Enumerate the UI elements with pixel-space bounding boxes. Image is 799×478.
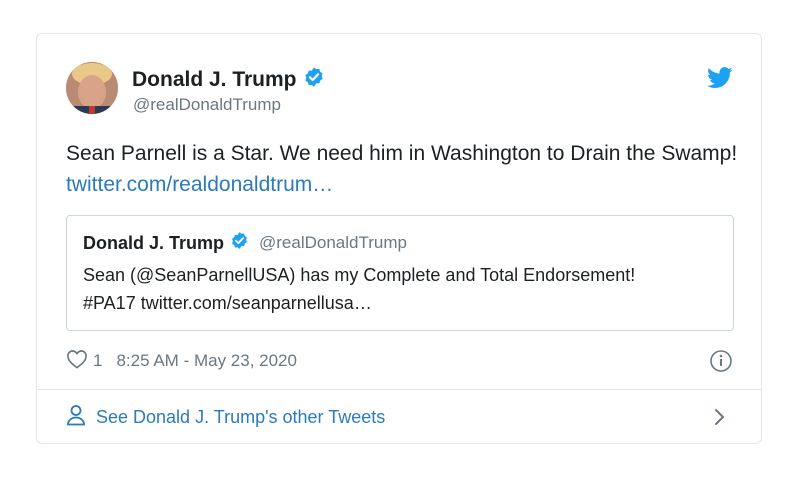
verified-badge-icon <box>230 231 249 255</box>
see-other-tweets-label: See Donald J. Trump's other Tweets <box>96 406 386 427</box>
divider <box>37 389 761 390</box>
tweet-link[interactable]: twitter.com/realdonaldtrum… <box>66 173 333 196</box>
quoted-tweet-text: Sean (@SeanParnellUSA) has my Complete a… <box>83 265 636 313</box>
author-avatar[interactable] <box>66 62 118 114</box>
embedded-tweet-card: Donald J. Trump @realDonaldTrump Sean Pa… <box>36 33 762 444</box>
tweet-text: Sean Parnell is a Star. We need him in W… <box>66 138 746 200</box>
verified-badge-icon <box>303 66 325 93</box>
like-count[interactable]: 1 <box>93 351 102 371</box>
user-icon <box>66 404 86 431</box>
quoted-tweet-header: Donald J. Trump @realDonaldTrump <box>83 231 407 255</box>
see-other-tweets-link[interactable]: See Donald J. Trump's other Tweets <box>66 404 733 430</box>
quoted-tweet[interactable]: Donald J. Trump @realDonaldTrump Sean (@… <box>66 215 734 331</box>
author-name-row: Donald J. Trump <box>132 66 325 93</box>
twitter-bird-icon[interactable] <box>707 67 733 94</box>
quoted-author-name: Donald J. Trump <box>83 232 225 253</box>
quoted-author-handle: @realDonaldTrump <box>259 233 407 252</box>
author-name[interactable]: Donald J. Trump <box>132 68 297 92</box>
tweet-header: Donald J. Trump @realDonaldTrump <box>66 62 733 118</box>
tweet-timestamp[interactable]: 8:25 AM - May 23, 2020 <box>116 351 297 371</box>
tweet-meta: 1 8:25 AM - May 23, 2020 <box>66 348 733 374</box>
tweet-body: Sean Parnell is a Star. We need him in W… <box>66 142 738 165</box>
chevron-right-icon <box>713 408 725 431</box>
heart-icon[interactable] <box>66 349 88 374</box>
info-icon[interactable] <box>709 349 733 378</box>
author-handle[interactable]: @realDonaldTrump <box>133 95 281 115</box>
